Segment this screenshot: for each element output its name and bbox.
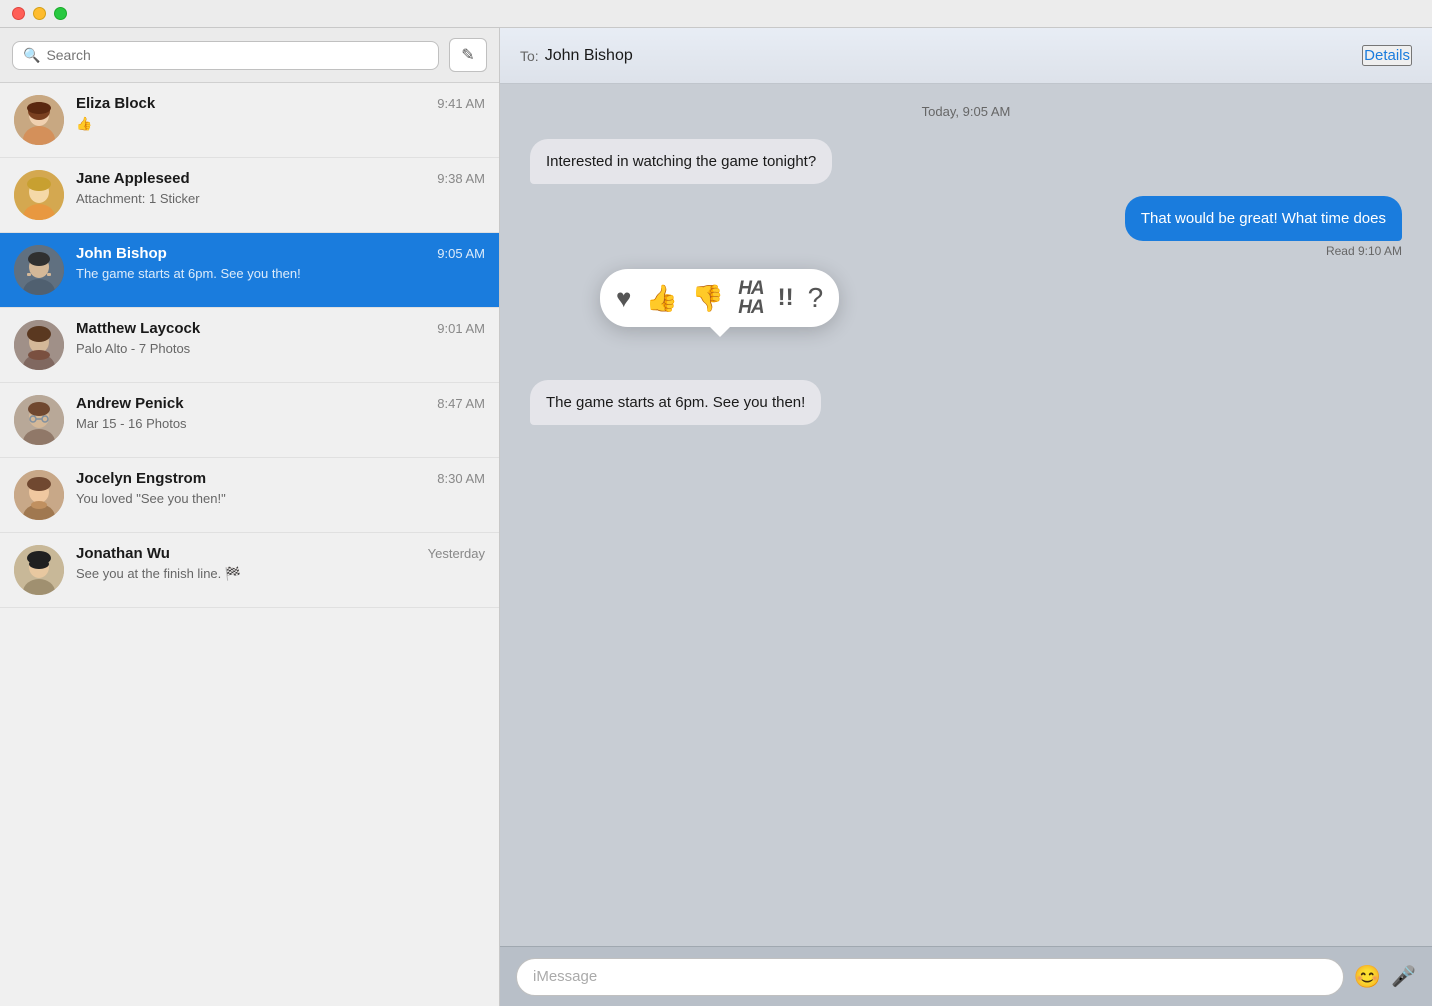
message-bubble-1: Interested in watching the game tonight? [530,139,832,184]
conv-content-jane: Jane Appleseed 9:38 AM Attachment: 1 Sti… [76,170,485,208]
conv-time-john: 9:05 AM [437,246,485,261]
chat-messages: Today, 9:05 AM Interested in watching th… [500,84,1432,946]
minimize-button[interactable] [33,7,46,20]
title-bar [0,0,1432,28]
conv-content-matthew: Matthew Laycock 9:01 AM Palo Alto - 7 Ph… [76,320,485,358]
avatar-john-bishop [14,245,64,295]
conv-header-andrew: Andrew Penick 8:47 AM [76,395,485,412]
emoji-button[interactable]: 😊 [1354,964,1381,990]
tapback-exclaim-button[interactable]: !! [778,284,794,312]
date-separator: Today, 9:05 AM [530,104,1402,119]
tapback-question-button[interactable]: ? [808,282,824,314]
chat-input-area: iMessage 😊 🎤 [500,946,1432,1006]
conv-header-john: John Bishop 9:05 AM [76,245,485,262]
tapback-popup: ♥ 👍 👎 HAHA !! ? [600,269,839,327]
close-button[interactable] [12,7,25,20]
conv-header-jocelyn: Jocelyn Engstrom 8:30 AM [76,470,485,487]
app-body: 🔍 ✎ [0,28,1432,1006]
chat-header: To: John Bishop Details [500,28,1432,84]
conv-time-jonathan: Yesterday [428,546,485,561]
tapback-thumbsup-button[interactable]: 👍 [645,283,677,314]
conv-content-jocelyn: Jocelyn Engstrom 8:30 AM You loved "See … [76,470,485,508]
conversation-item-jane-appleseed[interactable]: Jane Appleseed 9:38 AM Attachment: 1 Sti… [0,158,499,233]
conv-header-matthew: Matthew Laycock 9:01 AM [76,320,485,337]
conversation-item-matthew-laycock[interactable]: Matthew Laycock 9:01 AM Palo Alto - 7 Ph… [0,308,499,383]
conversation-item-john-bishop[interactable]: John Bishop 9:05 AM The game starts at 6… [0,233,499,308]
conv-name-jane: Jane Appleseed [76,170,190,187]
message-row-2: That would be great! What time does Read… [530,196,1402,258]
tapback-thumbsdown-button[interactable]: 👎 [692,283,724,314]
conv-content-eliza: Eliza Block 9:41 AM 👍 [76,95,485,133]
conversation-item-andrew-penick[interactable]: Andrew Penick 8:47 AM Mar 15 - 16 Photos [0,383,499,458]
message-row-1: Interested in watching the game tonight? [530,139,1402,184]
conv-content-john: John Bishop 9:05 AM The game starts at 6… [76,245,485,283]
conv-time-eliza: 9:41 AM [437,96,485,111]
search-icon: 🔍 [23,47,40,64]
conv-time-andrew: 8:47 AM [437,396,485,411]
avatar-jocelyn-engstrom [14,470,64,520]
details-button[interactable]: Details [1362,45,1412,66]
conversation-item-eliza-block[interactable]: Eliza Block 9:41 AM 👍 [0,83,499,158]
avatar-andrew-penick [14,395,64,445]
conv-header-eliza: Eliza Block 9:41 AM [76,95,485,112]
conversation-item-jocelyn-engstrom[interactable]: Jocelyn Engstrom 8:30 AM You loved "See … [0,458,499,533]
search-input[interactable] [46,47,428,63]
imessage-input-box[interactable]: iMessage [516,958,1344,996]
input-placeholder: iMessage [533,968,597,985]
conv-time-jocelyn: 8:30 AM [437,471,485,486]
conversation-item-jonathan-wu[interactable]: Jonathan Wu Yesterday See you at the fin… [0,533,499,608]
chat-to-label: To: [520,48,539,64]
conversation-list: Eliza Block 9:41 AM 👍 [0,83,499,1006]
sidebar-header: 🔍 ✎ [0,28,499,83]
conv-preview-jane: Attachment: 1 Sticker [76,190,485,208]
mic-button[interactable]: 🎤 [1391,964,1416,989]
conv-time-jane: 9:38 AM [437,171,485,186]
conv-name-andrew: Andrew Penick [76,395,184,412]
conv-preview-eliza: 👍 [76,115,485,133]
conv-preview-john: The game starts at 6pm. See you then! [76,265,485,283]
message-row-3: The game starts at 6pm. See you then! [530,380,1402,425]
conv-name-matthew: Matthew Laycock [76,320,200,337]
conv-preview-matthew: Palo Alto - 7 Photos [76,340,485,358]
conv-header-jane: Jane Appleseed 9:38 AM [76,170,485,187]
sidebar: 🔍 ✎ [0,28,500,1006]
conv-time-matthew: 9:01 AM [437,321,485,336]
conv-content-jonathan: Jonathan Wu Yesterday See you at the fin… [76,545,485,583]
conv-name-john: John Bishop [76,245,167,262]
tapback-haha-button[interactable]: HAHA [738,279,763,317]
conv-name-jonathan: Jonathan Wu [76,545,170,562]
conv-preview-jonathan: See you at the finish line. 🏁 [76,565,485,583]
avatar-matthew-laycock [14,320,64,370]
conv-name-jocelyn: Jocelyn Engstrom [76,470,206,487]
conv-preview-andrew: Mar 15 - 16 Photos [76,415,485,433]
chat-area: To: John Bishop Details Today, 9:05 AM I… [500,28,1432,1006]
chat-recipient: John Bishop [545,47,633,65]
message-bubble-3: The game starts at 6pm. See you then! [530,380,821,425]
tapback-heart-button[interactable]: ♥ [616,283,631,314]
traffic-lights [12,7,67,20]
conv-header-jonathan: Jonathan Wu Yesterday [76,545,485,562]
read-status: Read 9:10 AM [1326,244,1402,258]
search-box[interactable]: 🔍 [12,41,439,70]
conv-content-andrew: Andrew Penick 8:47 AM Mar 15 - 16 Photos [76,395,485,433]
conv-name-eliza: Eliza Block [76,95,155,112]
avatar-jane-appleseed [14,170,64,220]
compose-icon: ✎ [461,45,474,65]
compose-button[interactable]: ✎ [449,38,487,72]
avatar-jonathan-wu [14,545,64,595]
maximize-button[interactable] [54,7,67,20]
conv-preview-jocelyn: You loved "See you then!" [76,490,485,508]
avatar-eliza-block [14,95,64,145]
message-bubble-2: That would be great! What time does [1125,196,1402,241]
